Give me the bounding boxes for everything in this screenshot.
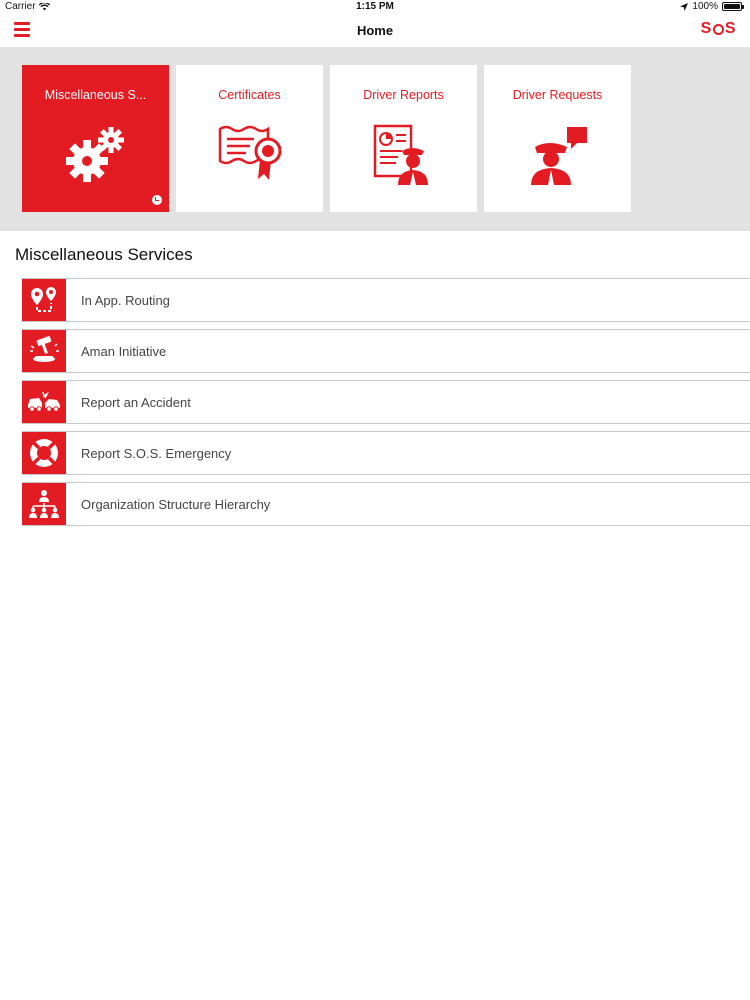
certificate-icon (218, 125, 281, 180)
service-report-accident[interactable]: Report an Accident (22, 380, 750, 424)
tile-certificates[interactable]: Certificates (176, 65, 323, 212)
service-label: Report S.O.S. Emergency (81, 446, 232, 461)
tile-driver-requests[interactable]: Driver Requests (484, 65, 631, 212)
service-label: Aman Initiative (81, 344, 167, 359)
gears-icon (65, 127, 124, 182)
tile-label: Miscellaneous S... (44, 88, 147, 102)
location-arrow-icon (680, 2, 689, 11)
service-organization-structure[interactable]: Organization Structure Hierarchy (22, 482, 750, 526)
tile-driver-reports[interactable]: Driver Reports (330, 65, 477, 212)
driver-report-icon (373, 124, 428, 185)
logo-letter-right: S (724, 20, 736, 37)
logo-ring-icon (712, 23, 724, 35)
section-title: Miscellaneous Services (15, 245, 193, 264)
service-label: In App. Routing (81, 293, 170, 308)
service-in-app-routing[interactable]: In App. Routing (22, 278, 750, 322)
selected-indicator-icon (152, 195, 162, 205)
logo-letter-left: S (700, 20, 712, 37)
tile-label: Driver Requests (512, 88, 603, 102)
page-title: Home (356, 23, 394, 38)
tile-miscellaneous-services[interactable]: Miscellaneous S... (22, 65, 169, 212)
service-label: Organization Structure Hierarchy (81, 497, 271, 512)
services-list: In App. Routing Aman Initiative Report a… (22, 278, 750, 533)
gavel-icon (30, 336, 59, 362)
lifebuoy-icon (30, 439, 58, 467)
car-accident-icon (28, 391, 60, 412)
driver-request-icon (530, 127, 587, 185)
service-label: Report an Accident (81, 395, 191, 410)
category-tiles-panel: Miscellaneous S... Certificates Driver R… (0, 47, 750, 231)
org-chart-icon (29, 490, 59, 518)
tile-label: Certificates (218, 88, 281, 102)
service-report-sos-emergency[interactable]: Report S.O.S. Emergency (22, 431, 750, 475)
battery-fill (724, 4, 740, 9)
brand-logo: S S (701, 20, 736, 38)
status-bar: Carrier 1:15 PM 100% (0, 0, 750, 14)
nav-bar: Home S S (0, 14, 750, 47)
service-aman-initiative[interactable]: Aman Initiative (22, 329, 750, 373)
status-time: 1:15 PM (356, 1, 394, 12)
battery-percent: 100% (692, 1, 718, 12)
route-pin-icon (31, 287, 56, 312)
tile-label: Driver Reports (363, 88, 444, 102)
status-right: 100% (680, 1, 744, 12)
battery-icon (722, 2, 744, 11)
